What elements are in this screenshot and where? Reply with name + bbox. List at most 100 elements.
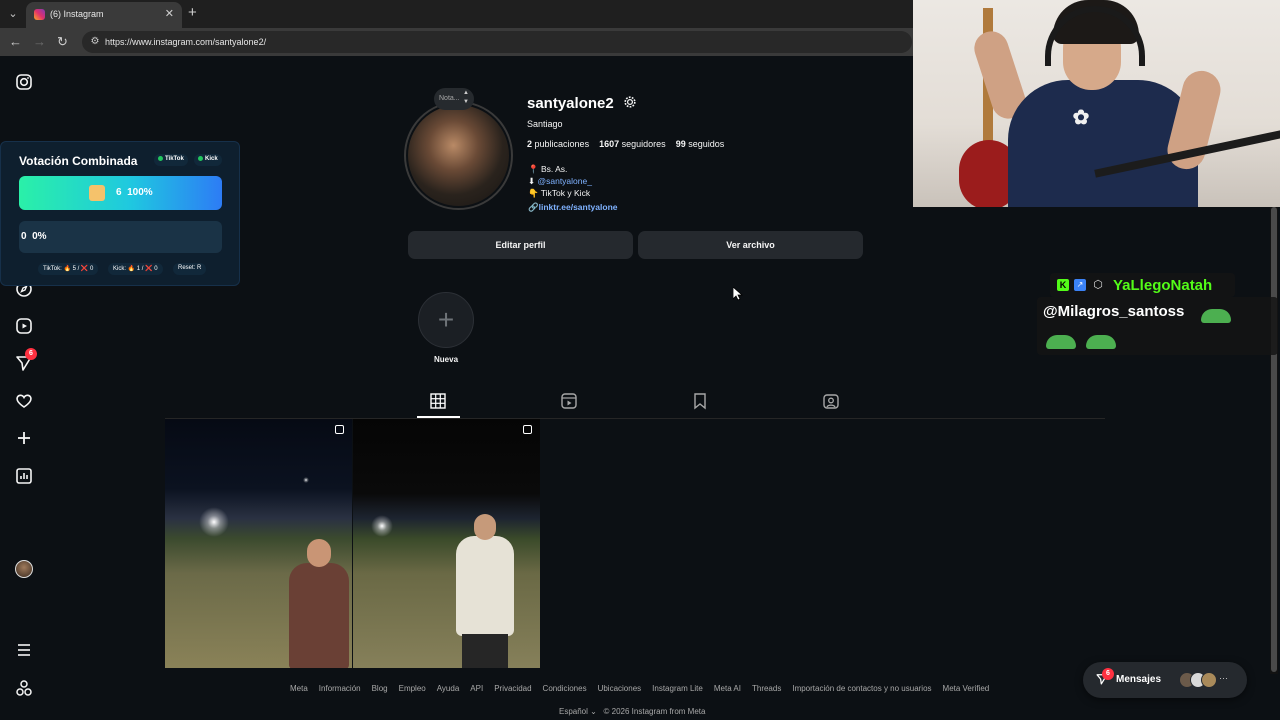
- profile-stats: 2 publicaciones 1607 seguidores 99 segui…: [527, 139, 724, 149]
- language-select[interactable]: Español ⌄: [559, 707, 597, 716]
- messages-nav-item[interactable]: 6: [0, 348, 48, 375]
- post-thumbnail[interactable]: [165, 419, 352, 668]
- vote-bar-no: 0 0%: [19, 221, 222, 253]
- reels-icon[interactable]: [14, 316, 34, 336]
- webcam-overlay: ✿: [913, 0, 1280, 207]
- footer-link[interactable]: API: [470, 684, 483, 693]
- avatar: [1201, 672, 1217, 688]
- bio-platforms: 👇 TikTok y Kick: [528, 188, 591, 198]
- profile-username: santyalone2: [527, 95, 614, 112]
- url-text[interactable]: https://www.instagram.com/santyalone2/: [105, 37, 266, 47]
- dashboard-icon[interactable]: [14, 466, 34, 486]
- browser-tab[interactable]: (6) Instagram ✕: [26, 2, 182, 28]
- new-tab-button[interactable]: +: [188, 4, 197, 21]
- view-archive-button[interactable]: Ver archivo: [638, 231, 863, 259]
- profile-avatar[interactable]: [15, 560, 33, 578]
- edit-profile-button[interactable]: Editar perfil: [408, 231, 633, 259]
- address-bar[interactable]: ⚙ https://www.instagram.com/santyalone2/: [82, 31, 912, 53]
- active-tab-indicator: [417, 416, 460, 418]
- photo-person: [448, 514, 518, 668]
- messages-pill[interactable]: 6 Mensajes ···: [1083, 662, 1247, 698]
- following-stat[interactable]: 99 seguidos: [676, 139, 725, 149]
- profile-picture[interactable]: [408, 105, 509, 206]
- reels-tab-icon[interactable]: [560, 392, 578, 410]
- gear-icon[interactable]: [622, 94, 638, 110]
- close-icon[interactable]: ✕: [165, 7, 174, 20]
- emote-icon: [1046, 335, 1076, 349]
- emote-icon: [1201, 309, 1231, 323]
- photo-light: [303, 477, 309, 483]
- santa-emoji-icon: [89, 185, 105, 201]
- footer-link[interactable]: Privacidad: [494, 684, 531, 693]
- vote-bar-yes-label: 6 100%: [116, 187, 153, 198]
- vote-tag-tiktok: TikTok: [154, 154, 188, 166]
- recent-chats-avatars: ···: [1179, 672, 1235, 688]
- instagram-logo-icon[interactable]: [14, 72, 34, 92]
- new-highlight-label: Nueva: [434, 355, 459, 364]
- tab-list-icon[interactable]: ⌄: [4, 5, 22, 23]
- menu-icon[interactable]: [14, 640, 34, 660]
- footer-link[interactable]: Empleo: [399, 684, 426, 693]
- site-settings-icon[interactable]: ⚙: [88, 35, 102, 49]
- posts-stat[interactable]: 2 publicaciones: [527, 139, 589, 149]
- scrollbar-thumb[interactable]: [1271, 207, 1277, 672]
- vote-footer-reset: Reset: R: [173, 263, 207, 275]
- profile-full-name: Santiago: [527, 119, 563, 129]
- photo-person: [285, 539, 351, 668]
- footer-link[interactable]: Información: [319, 684, 361, 693]
- badge-icon: ↗: [1074, 279, 1086, 291]
- tagged-tab-icon[interactable]: [822, 392, 840, 410]
- chevron-down-icon: ⌄: [590, 707, 597, 716]
- footer-link[interactable]: Blog: [372, 684, 388, 693]
- forward-icon[interactable]: →: [33, 34, 46, 49]
- copyright-text: © 2026 Instagram from Meta: [603, 707, 706, 716]
- heart-icon[interactable]: [14, 391, 34, 411]
- emote-icon: [1086, 335, 1116, 349]
- vote-tag-kick: Kick: [194, 154, 222, 166]
- plus-icon: +: [437, 304, 455, 335]
- tab-title: (6) Instagram: [50, 9, 104, 19]
- bio-location: 📍 Bs. As.: [528, 164, 568, 174]
- bio-handle-link[interactable]: ⬇ @santyalone_: [528, 176, 592, 187]
- carousel-icon: [335, 425, 344, 434]
- footer-links: Meta Información Blog Empleo Ayuda API Privaci…: [290, 684, 1000, 693]
- messages-label: Mensajes: [1116, 674, 1162, 685]
- moderator-icon: ⬡: [1093, 279, 1103, 291]
- footer-link[interactable]: Condiciones: [543, 684, 587, 693]
- footer-link[interactable]: Meta: [290, 684, 308, 693]
- instagram-favicon: [34, 9, 45, 20]
- posts-grid-icon[interactable]: [429, 392, 447, 410]
- followers-stat[interactable]: 1607 seguidores: [599, 139, 666, 149]
- vote-title: Votación Combinada: [19, 154, 138, 168]
- chat-message: @Milagros_santoss: [1037, 297, 1278, 355]
- footer-link[interactable]: Instagram Lite: [652, 684, 703, 693]
- reload-icon[interactable]: ↻: [57, 34, 68, 50]
- link-icon: 🔗: [528, 202, 539, 212]
- cursor-icon: [733, 287, 743, 301]
- carousel-icon: [523, 425, 532, 434]
- footer-link[interactable]: Meta Verified: [943, 684, 990, 693]
- bio-external-link[interactable]: 🔗linktr.ee/santyalone: [528, 202, 618, 213]
- vote-overlay: Votación Combinada TikTok Kick 6 100% 0 …: [0, 141, 240, 286]
- footer-link[interactable]: Threads: [752, 684, 781, 693]
- post-thumbnail[interactable]: [353, 419, 540, 668]
- threads-icon[interactable]: [14, 678, 34, 698]
- more-icon: ···: [1219, 673, 1228, 683]
- new-highlight-button[interactable]: +: [418, 292, 474, 348]
- footer-link[interactable]: Meta AI: [714, 684, 741, 693]
- footer-link[interactable]: Ayuda: [437, 684, 460, 693]
- notifications-badge: 6: [25, 348, 37, 360]
- saved-tab-icon[interactable]: [691, 392, 709, 410]
- kick-icon: K: [1057, 279, 1069, 291]
- footer-link[interactable]: Ubicaciones: [598, 684, 642, 693]
- chat-user-tag: K ↗ ⬡ YaLlegoNatah: [1050, 273, 1235, 297]
- note-bubble[interactable]: Nota... ▲ ▼: [434, 88, 474, 110]
- chat-username: YaLlegoNatah: [1113, 277, 1213, 294]
- note-arrows-icon: ▲ ▼: [463, 90, 469, 105]
- shirt-logo-icon: ✿: [1072, 107, 1090, 129]
- back-icon[interactable]: ←: [9, 34, 22, 49]
- footer-link[interactable]: Importación de contactos y no usuarios: [792, 684, 931, 693]
- vote-footer-kick: Kick: 🔥 1 / ❌ 0: [108, 263, 163, 275]
- messages-badge: 6: [1102, 668, 1114, 680]
- create-icon[interactable]: [14, 428, 34, 448]
